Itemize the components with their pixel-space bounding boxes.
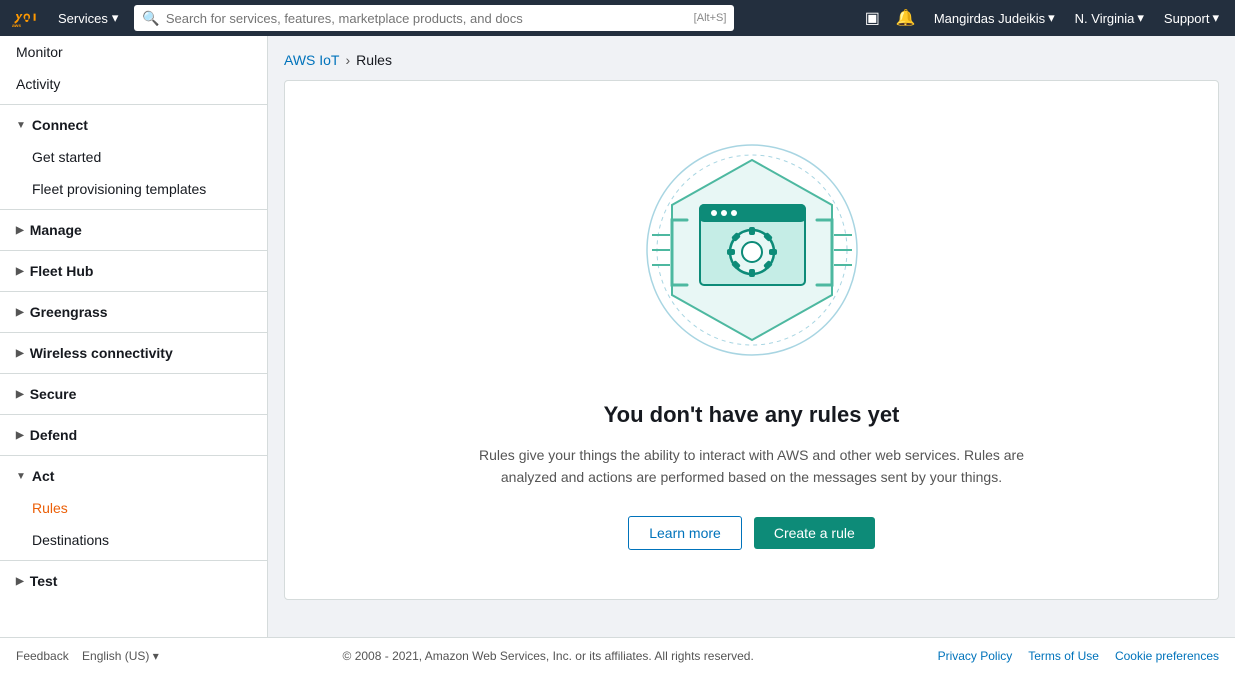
sidebar-divider-9 (0, 560, 267, 561)
sidebar-divider-5 (0, 332, 267, 333)
sidebar-rules-label: Rules (32, 500, 68, 516)
sidebar-fleet-templates-label: Fleet provisioning templates (32, 181, 206, 197)
region-label: N. Virginia (1075, 11, 1135, 26)
sidebar-connect-label: Connect (32, 117, 88, 133)
sidebar-section-defend[interactable]: ▶ Defend (0, 419, 267, 451)
sidebar-section-test[interactable]: ▶ Test (0, 565, 267, 597)
user-menu-button[interactable]: Mangirdas Judeikis ▾ (928, 6, 1061, 30)
sidebar-section-connect[interactable]: ▼ Connect (0, 109, 267, 141)
sidebar-divider-3 (0, 250, 267, 251)
act-chevron-icon: ▼ (16, 471, 26, 482)
fleet-hub-chevron-icon: ▶ (16, 266, 24, 277)
region-menu-button[interactable]: N. Virginia ▾ (1069, 6, 1150, 30)
sidebar-item-activity[interactable]: Activity (0, 68, 267, 100)
top-navigation: aws Services ▾ 🔍 [Alt+S] ▣ 🔔 Mangirdas J… (0, 0, 1235, 36)
sidebar-item-get-started[interactable]: Get started (0, 141, 267, 173)
search-shortcut: [Alt+S] (694, 12, 727, 24)
sidebar-item-fleet-templates[interactable]: Fleet provisioning templates (0, 173, 267, 205)
search-icon: 🔍 (142, 10, 159, 27)
sidebar-scroll: Monitor Activity ▼ Connect Get started F… (0, 36, 267, 637)
privacy-policy-link[interactable]: Privacy Policy (938, 649, 1013, 663)
sidebar-section-wireless[interactable]: ▶ Wireless connectivity (0, 337, 267, 369)
defend-chevron-icon: ▶ (16, 430, 24, 441)
footer-copyright: © 2008 - 2021, Amazon Web Services, Inc.… (183, 649, 914, 663)
services-chevron-icon: ▾ (112, 10, 119, 26)
greengrass-chevron-icon: ▶ (16, 307, 24, 318)
sidebar-section-manage[interactable]: ▶ Manage (0, 214, 267, 246)
wireless-chevron-icon: ▶ (16, 348, 24, 359)
sidebar-divider-4 (0, 291, 267, 292)
footer-left: Feedback English (US) ▾ (16, 649, 159, 663)
svg-text:aws: aws (12, 24, 21, 28)
user-name: Mangirdas Judeikis (934, 11, 1045, 26)
sidebar-wireless-label: Wireless connectivity (30, 345, 173, 361)
nav-right-controls: ▣ 🔔 Mangirdas Judeikis ▾ N. Virginia ▾ S… (861, 4, 1225, 32)
sidebar-item-monitor[interactable]: Monitor (0, 36, 267, 68)
sidebar-activity-label: Activity (16, 76, 60, 92)
test-chevron-icon: ▶ (16, 576, 24, 587)
sidebar-test-label: Test (30, 573, 58, 589)
language-label: English (US) (82, 649, 149, 663)
support-chevron-icon: ▾ (1212, 10, 1219, 26)
user-chevron-icon: ▾ (1048, 10, 1055, 26)
secure-chevron-icon: ▶ (16, 389, 24, 400)
support-label: Support (1164, 11, 1210, 26)
search-input[interactable] (166, 11, 686, 26)
manage-chevron-icon: ▶ (16, 225, 24, 236)
services-label: Services (58, 11, 108, 26)
sidebar-divider-6 (0, 373, 267, 374)
sidebar-fleet-hub-label: Fleet Hub (30, 263, 94, 279)
search-bar: 🔍 [Alt+S] (134, 5, 734, 31)
services-menu-button[interactable]: Services ▾ (50, 6, 126, 30)
sidebar-section-greengrass[interactable]: ▶ Greengrass (0, 296, 267, 328)
sidebar-act-label: Act (32, 468, 55, 484)
footer: Feedback English (US) ▾ © 2008 - 2021, A… (0, 637, 1235, 673)
rules-illustration (632, 130, 872, 370)
feedback-button[interactable]: Feedback (16, 649, 69, 663)
sidebar-defend-label: Defend (30, 427, 77, 443)
sidebar-divider-1 (0, 104, 267, 105)
sidebar-divider-7 (0, 414, 267, 415)
connect-chevron-icon: ▼ (16, 120, 26, 131)
breadcrumb-current: Rules (356, 52, 392, 68)
sidebar-section-fleet-hub[interactable]: ▶ Fleet Hub (0, 255, 267, 287)
cookie-preferences-link[interactable]: Cookie preferences (1115, 649, 1219, 663)
region-chevron-icon: ▾ (1137, 10, 1144, 26)
main-content: AWS IoT › Rules (268, 36, 1235, 637)
sidebar-section-secure[interactable]: ▶ Secure (0, 378, 267, 410)
sidebar-secure-label: Secure (30, 386, 77, 402)
create-rule-button[interactable]: Create a rule (754, 517, 875, 549)
sidebar-get-started-label: Get started (32, 149, 101, 165)
action-buttons: Learn more Create a rule (628, 516, 875, 550)
learn-more-button[interactable]: Learn more (628, 516, 742, 550)
layout: Monitor Activity ▼ Connect Get started F… (0, 36, 1235, 637)
sidebar-monitor-label: Monitor (16, 44, 63, 60)
sidebar: Monitor Activity ▼ Connect Get started F… (0, 36, 268, 637)
sidebar-item-destinations[interactable]: Destinations (0, 524, 267, 556)
language-chevron-icon: ▾ (153, 649, 159, 663)
content-area: AWS IoT › Rules (268, 36, 1235, 637)
sidebar-greengrass-label: Greengrass (30, 304, 108, 320)
sidebar-divider-2 (0, 209, 267, 210)
language-button[interactable]: English (US) ▾ (82, 649, 159, 663)
aws-logo[interactable]: aws (10, 8, 42, 28)
empty-description: Rules give your things the ability to in… (472, 444, 1032, 489)
terms-of-use-link[interactable]: Terms of Use (1028, 649, 1099, 663)
footer-right: Privacy Policy Terms of Use Cookie prefe… (938, 649, 1219, 663)
support-menu-button[interactable]: Support ▾ (1158, 6, 1225, 30)
sidebar-manage-label: Manage (30, 222, 82, 238)
empty-title: You don't have any rules yet (604, 402, 900, 428)
empty-state-card: You don't have any rules yet Rules give … (284, 80, 1219, 600)
notifications-button[interactable]: 🔔 (892, 4, 920, 32)
sidebar-destinations-label: Destinations (32, 532, 109, 548)
sidebar-divider-8 (0, 455, 267, 456)
sidebar-section-act[interactable]: ▼ Act (0, 460, 267, 492)
sidebar-item-rules[interactable]: Rules (0, 492, 267, 524)
cloudshell-button[interactable]: ▣ (861, 4, 884, 32)
breadcrumb-aws-iot-link[interactable]: AWS IoT (284, 52, 340, 68)
breadcrumb-separator: › (346, 52, 351, 68)
breadcrumb: AWS IoT › Rules (284, 52, 1219, 68)
